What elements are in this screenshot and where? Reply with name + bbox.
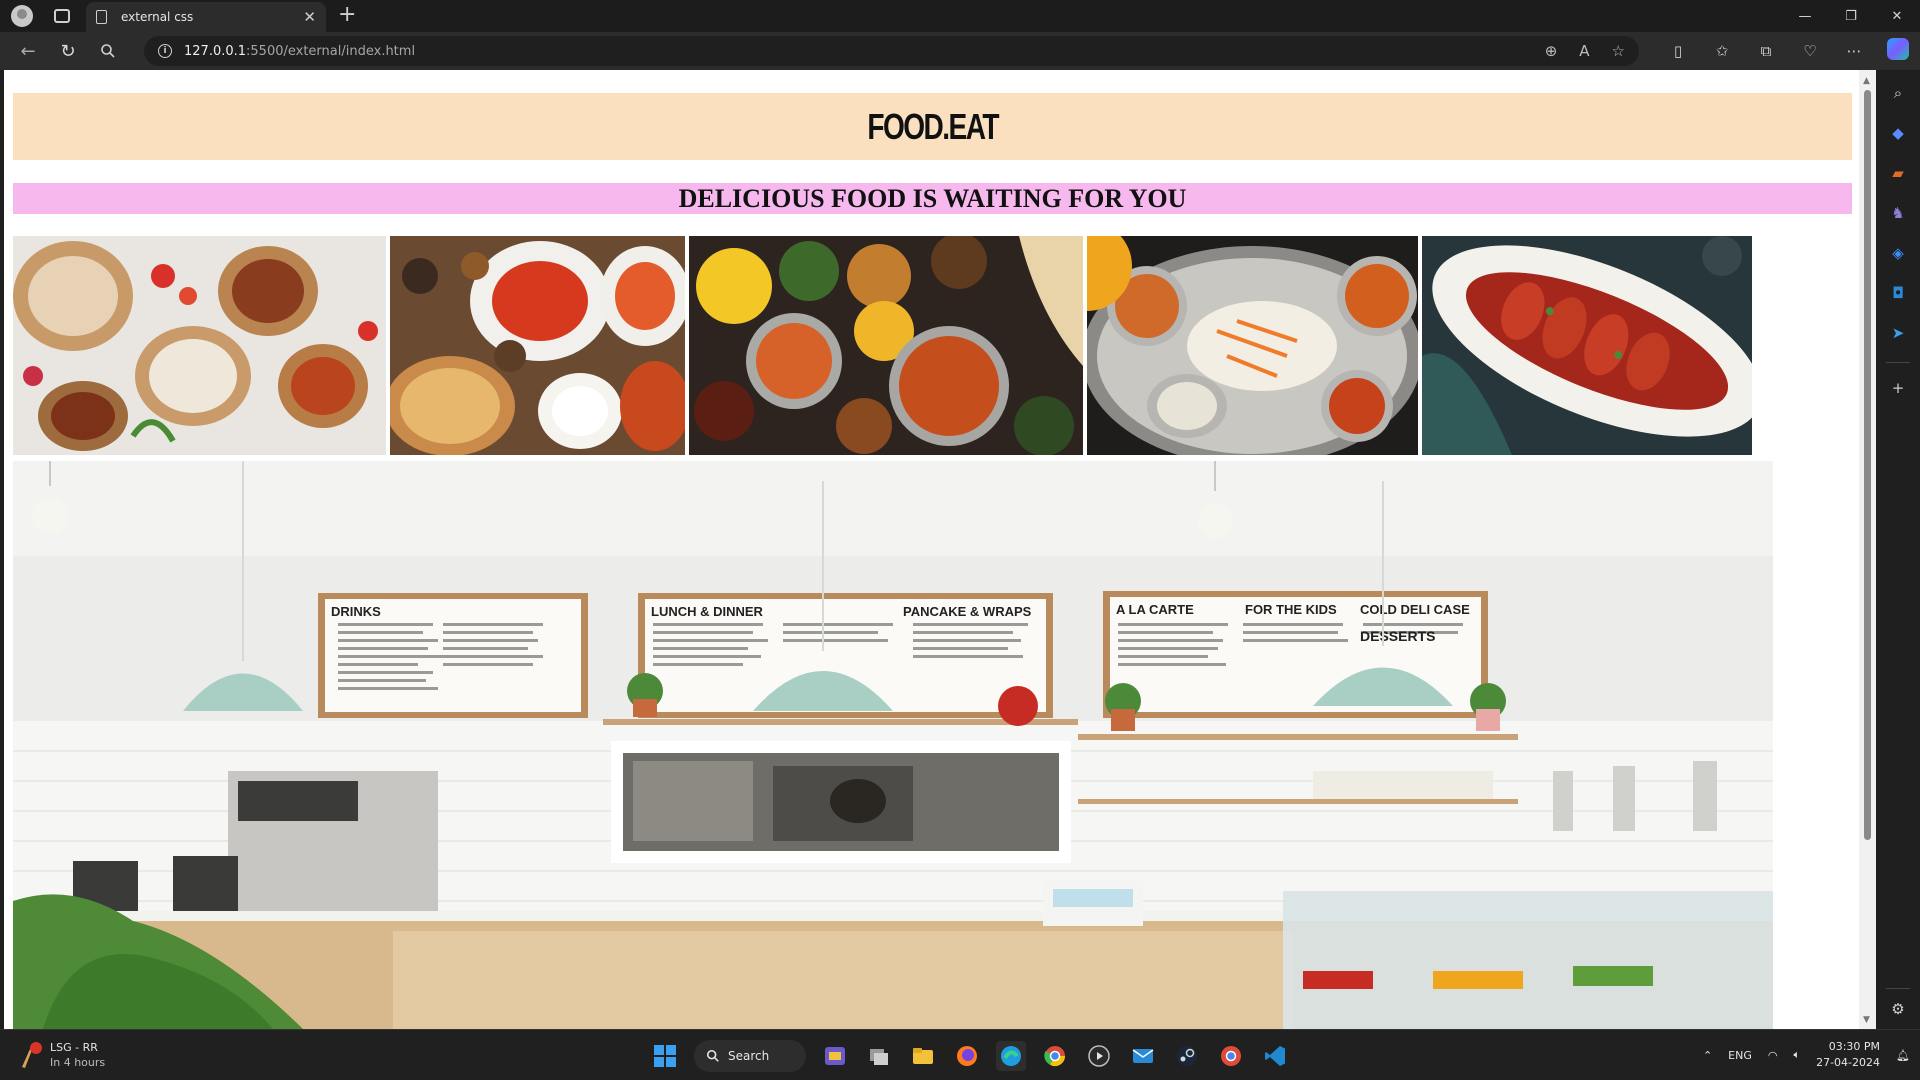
weather-subtitle: In 4 hours	[50, 1056, 106, 1069]
copilot-icon[interactable]	[1876, 38, 1920, 64]
tagline-banner: DELICIOUS FOOD IS WAITING FOR YOU	[13, 183, 1852, 214]
cafe-interior-image: DRINKS LUNCH & DINNER PANCAKE & WRAPS A …	[13, 461, 1773, 1029]
firefox-icon[interactable]	[952, 1041, 982, 1071]
steam-icon[interactable]	[1172, 1041, 1202, 1071]
weather-title: LSG - RR	[50, 1041, 98, 1054]
menu-board-pancake-wraps: PANCAKE & WRAPS	[903, 604, 1032, 619]
tab-close-button[interactable]: ✕	[303, 8, 316, 26]
browser-tab[interactable]: external css ✕	[86, 2, 326, 32]
browser-titlebar: external css ✕ + — ❐ ✕	[0, 0, 1920, 32]
taskbar-apps: Search	[650, 1038, 1290, 1074]
window-controls: — ❐ ✕	[1782, 0, 1920, 32]
system-tray: ⌃ ENG ◠ 🔈︎ 03:30 PM 27-04-2024 🔔︎	[1703, 1030, 1910, 1080]
food-image-dosa	[1087, 236, 1418, 455]
search-icon	[706, 1049, 719, 1062]
food-image-platter	[13, 236, 386, 455]
more-options-icon[interactable]: ⋯	[1832, 42, 1876, 60]
search-icon[interactable]	[88, 43, 128, 59]
menu-board-desserts: DESSERTS	[1360, 628, 1435, 644]
sidebar-add-icon[interactable]: +	[1887, 377, 1909, 399]
wifi-icon[interactable]: ◠	[1768, 1049, 1778, 1062]
sidebar-copilot-app-icon[interactable]: ◈	[1887, 242, 1909, 264]
clock-time: 03:30 PM	[1828, 1040, 1881, 1053]
profile-avatar-icon[interactable]	[11, 5, 33, 27]
widgets-icon[interactable]	[820, 1041, 850, 1071]
food-image-thali	[689, 236, 1083, 455]
restore-button[interactable]: ❐	[1828, 0, 1874, 32]
address-bar[interactable]: i 127.0.0.1 :5500/external/index.html ⊕ …	[144, 36, 1639, 66]
edge-icon[interactable]	[996, 1041, 1026, 1071]
menu-board-cold-deli-case: COLD DELI CASE	[1360, 602, 1470, 617]
page-viewport: FOOD.EAT DELICIOUS FOOD IS WAITING FOR Y…	[4, 70, 1859, 1029]
site-header: FOOD.EAT	[13, 93, 1852, 160]
volume-icon[interactable]: 🔈︎	[1793, 1048, 1800, 1062]
weather-widget[interactable]: LSG - RR In 4 hours	[18, 1040, 105, 1070]
browser-toolbar: ← ↻ i 127.0.0.1 :5500/external/index.htm…	[0, 32, 1920, 70]
sidebar-settings-icon[interactable]: ⚙	[1887, 998, 1909, 1020]
site-info-icon[interactable]: i	[158, 44, 172, 58]
edge-sidebar: ⌕ ◆ ▰ ♞ ◈ ◘ ➤ + ⚙	[1876, 70, 1920, 1029]
cricket-icon	[18, 1041, 42, 1069]
tab-actions-icon[interactable]	[54, 9, 70, 23]
sidebar-outlook-icon[interactable]: ◘	[1887, 282, 1909, 304]
minimize-button[interactable]: —	[1782, 0, 1828, 32]
zoom-icon[interactable]: ⊕	[1545, 42, 1558, 60]
back-button[interactable]: ←	[8, 41, 48, 62]
tab-title: external css	[121, 10, 194, 24]
start-button-icon[interactable]	[650, 1041, 680, 1071]
collections-icon[interactable]: ⧉	[1744, 42, 1788, 60]
media-player-icon[interactable]	[1084, 1041, 1114, 1071]
notifications-bell-icon[interactable]: 🔔︎	[1896, 1049, 1910, 1062]
vscode-icon[interactable]	[1260, 1041, 1290, 1071]
clock[interactable]: 03:30 PM 27-04-2024	[1816, 1039, 1880, 1071]
url-host: 127.0.0.1	[184, 43, 247, 59]
page-scrollbar[interactable]: ▲ ▼	[1859, 70, 1876, 1029]
language-indicator[interactable]: ENG	[1728, 1049, 1752, 1062]
sidebar-send-icon[interactable]: ➤	[1887, 322, 1909, 344]
tray-overflow-chevron-icon[interactable]: ⌃	[1703, 1049, 1712, 1062]
clock-date: 27-04-2024	[1816, 1056, 1881, 1069]
read-aloud-icon[interactable]: A	[1579, 42, 1589, 60]
sidebar-games-icon[interactable]: ♞	[1887, 202, 1909, 224]
sidebar-tools-icon[interactable]: ▰	[1887, 162, 1909, 184]
menu-board-lunch-dinner: LUNCH & DINNER	[651, 604, 764, 619]
food-image-roulade	[1422, 236, 1752, 455]
favorite-star-icon[interactable]: ☆	[1612, 42, 1625, 60]
file-explorer-icon[interactable]	[908, 1041, 938, 1071]
sidebar-shopping-icon[interactable]: ◆	[1887, 122, 1909, 144]
taskbar-search[interactable]: Search	[694, 1040, 806, 1072]
taskbar-search-label: Search	[728, 1049, 770, 1063]
browser-essentials-icon[interactable]: ♡	[1788, 42, 1832, 60]
menu-board-for-the-kids: FOR THE KIDS	[1245, 602, 1337, 617]
scrollbar-thumb[interactable]	[1864, 90, 1871, 840]
scroll-up-arrow-icon[interactable]: ▲	[1863, 76, 1870, 86]
task-view-icon[interactable]	[864, 1041, 894, 1071]
chrome-profile-icon[interactable]	[1216, 1041, 1246, 1071]
mail-icon[interactable]	[1128, 1041, 1158, 1071]
close-window-button[interactable]: ✕	[1874, 0, 1920, 32]
sidebar-search-icon[interactable]: ⌕	[1887, 82, 1909, 104]
site-logo: FOOD.EAT	[867, 105, 999, 147]
refresh-button[interactable]: ↻	[48, 41, 88, 62]
new-tab-button[interactable]: +	[338, 4, 356, 26]
favorites-icon[interactable]: ✩	[1700, 42, 1744, 60]
food-image-tandoori	[390, 236, 685, 455]
chrome-icon[interactable]	[1040, 1041, 1070, 1071]
scroll-down-arrow-icon[interactable]: ▼	[1863, 1015, 1870, 1025]
split-screen-icon[interactable]: ▯	[1656, 42, 1700, 60]
document-icon	[96, 10, 107, 24]
tagline-text: DELICIOUS FOOD IS WAITING FOR YOU	[678, 183, 1187, 213]
menu-board-drinks: DRINKS	[331, 604, 381, 619]
windows-taskbar: LSG - RR In 4 hours Search ⌃ ENG ◠ 🔈︎ 03…	[0, 1029, 1920, 1080]
url-path: :5500/external/index.html	[246, 43, 416, 59]
menu-board-a-la-carte: A LA CARTE	[1116, 602, 1194, 617]
